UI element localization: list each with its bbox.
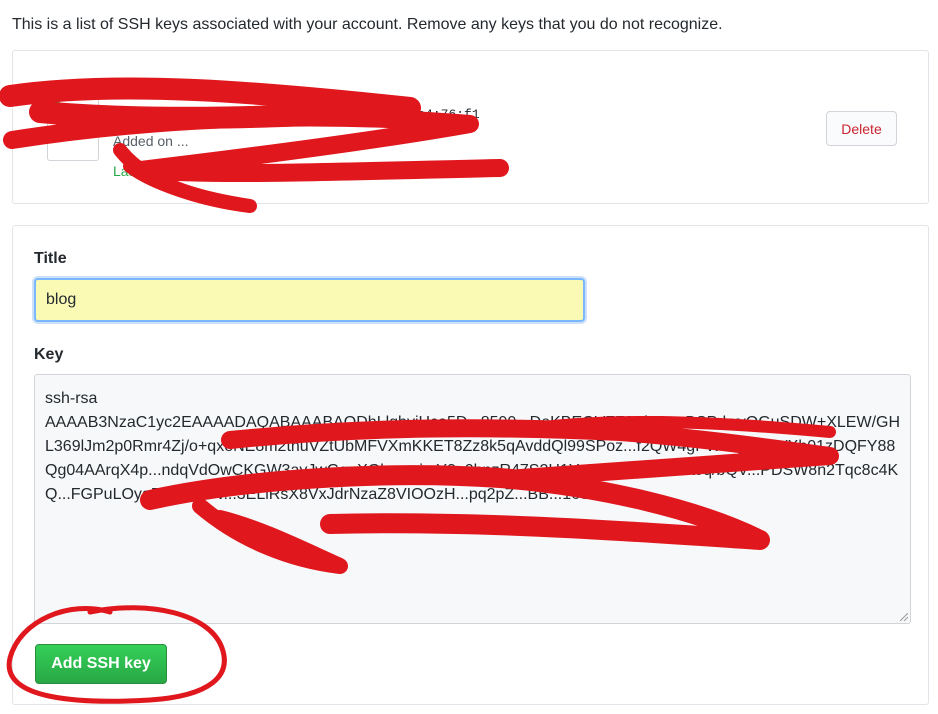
ssh-key-title: home xyxy=(113,77,156,94)
add-ssh-key-button[interactable]: Add SSH key xyxy=(35,644,167,684)
ssh-key-last-used: Last used within the last week — Read/wr… xyxy=(113,163,388,179)
ssh-keys-intro: This is a list of SSH keys associated wi… xyxy=(12,16,723,33)
ssh-key-item: home f1:ca:0a:1a:00:9c:13:12:42:70:51:7c… xyxy=(12,50,929,204)
key-textarea[interactable]: ssh-rsa AAAAB3NzaC1yc2EAAAADAQABAAABAQDh… xyxy=(34,374,911,624)
ssh-key-fingerprint: f1:ca:0a:1a:00:9c:13:12:42:70:51:7c:ce:c… xyxy=(113,107,480,122)
key-field-label: Key xyxy=(34,346,64,363)
title-field-label: Title xyxy=(34,250,67,267)
title-input[interactable] xyxy=(34,278,585,322)
resize-grip-icon[interactable] xyxy=(900,613,908,621)
delete-key-button[interactable]: Delete xyxy=(826,111,897,146)
key-status-dot-icon xyxy=(50,98,60,108)
add-ssh-key-form: Title Key ssh-rsa AAAAB3NzaC1yc2EAAAADAQ… xyxy=(12,225,929,705)
ssh-key-added-date: Added on ... xyxy=(113,133,189,149)
